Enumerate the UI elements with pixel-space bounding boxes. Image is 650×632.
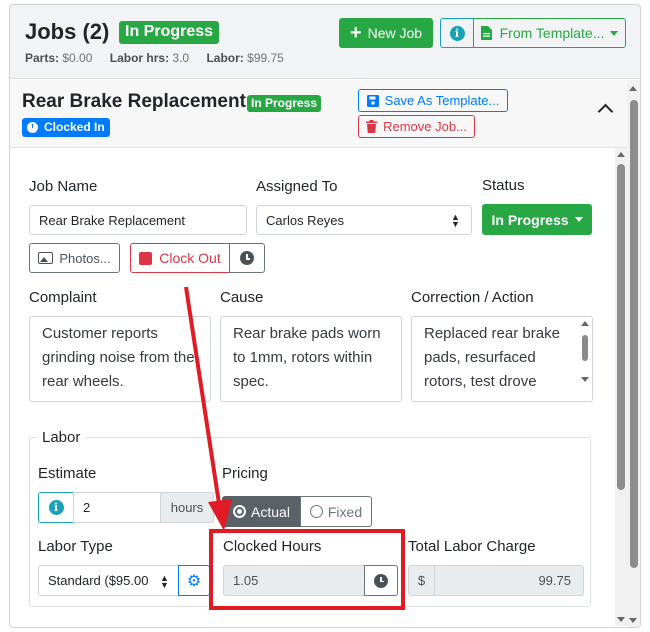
- scrollbar-thumb[interactable]: [582, 335, 588, 361]
- job-card-header[interactable]: Rear Brake Replacement In Progress Clock…: [10, 80, 628, 148]
- currency-addon: $: [408, 565, 435, 596]
- estimate-unit: hours: [170, 500, 204, 515]
- scroll-up-icon[interactable]: [629, 86, 637, 91]
- chevron-down-icon: [574, 217, 583, 222]
- job-name-input[interactable]: Rear Brake Replacement: [29, 205, 247, 235]
- file-icon: [480, 26, 492, 40]
- labor-type-value: Standard ($95.00: [48, 573, 149, 588]
- cause-text: Rear brake pads worn to 1mm, rotors with…: [233, 325, 381, 390]
- info-circle-icon: i: [48, 500, 64, 515]
- remove-job-button[interactable]: Remove Job...: [358, 115, 475, 138]
- parts-label: Parts:: [25, 51, 60, 65]
- clocked-in-label: Clocked In: [44, 120, 105, 134]
- correction-text: Replaced rear brake pads, resurfaced rot…: [424, 325, 560, 390]
- estimate-info-button[interactable]: i: [38, 492, 74, 523]
- assigned-to-select[interactable]: Carlos Reyes ▲ ▼: [256, 205, 472, 235]
- scroll-down-icon[interactable]: [629, 618, 637, 623]
- labor-type-label: Labor Type: [38, 538, 113, 555]
- correction-label: Correction / Action: [411, 289, 534, 306]
- pricing-fixed-label: Fixed: [327, 503, 363, 520]
- scrollbar-thumb[interactable]: [617, 164, 625, 490]
- currency-symbol: $: [417, 573, 426, 588]
- clock-icon: [240, 251, 254, 265]
- cause-label: Cause: [220, 289, 264, 306]
- save-as-template-label: Save As Template...: [384, 93, 500, 108]
- clock-icon: [27, 121, 38, 133]
- correction-textarea[interactable]: Replaced rear brake pads, resurfaced rot…: [411, 316, 593, 402]
- labor-hrs-value: 3.0: [172, 51, 190, 65]
- new-job-button[interactable]: + New Job: [339, 18, 433, 48]
- pricing-actual-option[interactable]: Actual: [222, 496, 301, 527]
- parts-value: $0.00: [62, 51, 93, 65]
- total-labor-input: 99.75: [434, 565, 584, 596]
- scrollbar-thumb[interactable]: [630, 100, 638, 568]
- pricing-label: Pricing: [222, 465, 268, 482]
- chevron-up-icon[interactable]: [597, 103, 614, 120]
- labor-type-settings-button[interactable]: ⚙: [178, 565, 210, 596]
- cause-textarea[interactable]: Rear brake pads worn to 1mm, rotors with…: [220, 316, 402, 402]
- photos-button[interactable]: Photos...: [29, 243, 120, 273]
- labor-value: $99.75: [247, 51, 284, 65]
- radio-checked-icon: [233, 505, 247, 518]
- estimate-unit-addon: hours: [160, 492, 214, 523]
- photos-label: Photos...: [59, 250, 111, 266]
- remove-job-label: Remove Job...: [383, 119, 467, 134]
- image-icon: [38, 252, 54, 264]
- panel-scrollbar[interactable]: [627, 80, 640, 627]
- labor-type-select[interactable]: Standard ($95.00 ▲ ▼: [38, 565, 179, 596]
- stop-icon: [139, 251, 153, 265]
- select-arrows-icon: ▲ ▼: [451, 212, 460, 229]
- complaint-textarea[interactable]: Customer reports grinding noise from the…: [29, 316, 211, 402]
- clock-history-button[interactable]: [229, 243, 265, 273]
- total-labor-label: Total Labor Charge: [408, 538, 536, 555]
- scroll-up-icon[interactable]: [617, 152, 625, 157]
- estimate-value: 2: [83, 500, 91, 515]
- from-template-button[interactable]: From Template...: [473, 18, 626, 48]
- trash-icon: [366, 120, 378, 133]
- template-info-button[interactable]: i: [440, 18, 474, 48]
- scroll-up-icon[interactable]: [581, 321, 589, 326]
- job-name-value: Rear Brake Replacement: [39, 212, 185, 228]
- complaint-text: Customer reports grinding noise from the…: [42, 325, 195, 390]
- status-value: In Progress: [491, 211, 569, 228]
- radio-unchecked-icon: [309, 505, 323, 518]
- save-as-template-button[interactable]: Save As Template...: [358, 89, 508, 112]
- clock-out-label: Clock Out: [159, 250, 221, 266]
- textarea-scrollbar[interactable]: [580, 319, 590, 385]
- from-template-label: From Template...: [499, 25, 605, 41]
- status-label: Status: [482, 177, 525, 194]
- pricing-fixed-option[interactable]: Fixed: [300, 496, 372, 527]
- save-icon: [366, 94, 379, 107]
- gear-icon: ⚙: [186, 572, 202, 590]
- assigned-to-label: Assigned To: [256, 178, 338, 195]
- plus-icon: +: [349, 22, 362, 44]
- assigned-to-value: Carlos Reyes: [266, 212, 345, 228]
- scroll-down-icon[interactable]: [581, 377, 589, 382]
- status-dropdown-button[interactable]: In Progress: [482, 204, 592, 235]
- clocked-in-badge: Clocked In: [22, 118, 110, 137]
- estimate-label: Estimate: [38, 465, 97, 482]
- jobs-status-badge: In Progress: [119, 21, 220, 44]
- pricing-actual-label: Actual: [251, 503, 290, 520]
- annotation-highlight-box: [209, 529, 405, 610]
- scroll-down-icon[interactable]: [617, 617, 625, 622]
- jobs-header: Jobs (2) In Progress Parts: $0.00 Labor …: [10, 5, 640, 79]
- labor-hrs-label: Labor hrs:: [109, 51, 170, 65]
- select-arrows-icon: ▲ ▼: [158, 573, 169, 590]
- labor-label: Labor:: [206, 51, 244, 65]
- clock-out-button[interactable]: Clock Out: [130, 243, 230, 273]
- new-job-label: New Job: [367, 25, 423, 41]
- job-name-label: Job Name: [29, 178, 98, 195]
- complaint-label: Complaint: [29, 289, 97, 306]
- info-circle-icon: i: [449, 25, 465, 41]
- estimate-input[interactable]: 2: [73, 492, 161, 523]
- job-status-badge: In Progress: [247, 95, 322, 112]
- labor-legend: Labor: [37, 429, 86, 446]
- card-scrollbar[interactable]: [615, 148, 627, 626]
- chevron-down-icon: [610, 30, 619, 36]
- job-title: Rear Brake Replacement: [22, 91, 246, 112]
- total-labor-value: 99.75: [538, 573, 571, 588]
- jobs-summary: Parts: $0.00 Labor hrs: 3.0 Labor: $99.7…: [25, 51, 284, 65]
- jobs-title: Jobs (2): [25, 19, 110, 44]
